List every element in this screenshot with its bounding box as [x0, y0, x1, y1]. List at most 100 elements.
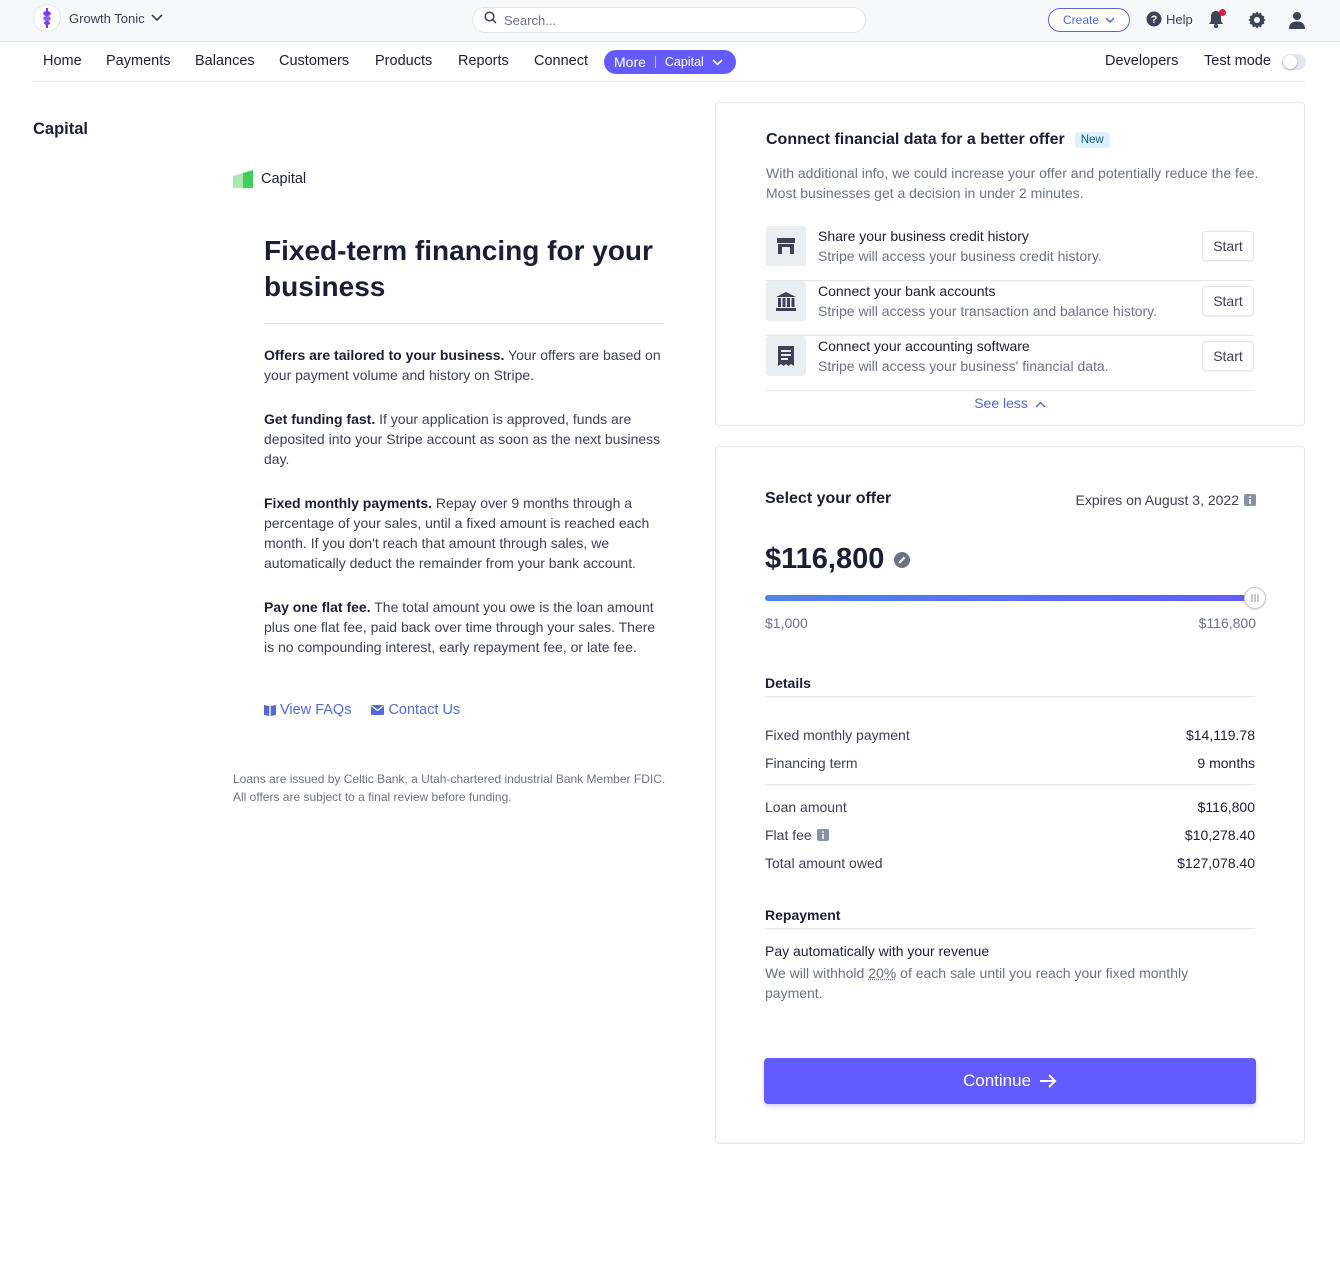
search-icon	[484, 11, 497, 29]
benefit-title: Offers are tailored to your business.	[264, 347, 505, 363]
connect-row-bank-accounts: Connect your bank accounts Stripe will a…	[766, 281, 1254, 336]
edit-pencil-icon[interactable]	[894, 551, 911, 568]
benefit-title: Pay one flat fee.	[264, 599, 371, 615]
nav-more-current: Capital	[664, 55, 704, 69]
detail-value: $127,078.40	[1177, 855, 1255, 871]
benefit-paragraph: Pay one flat fee. The total amount you o…	[264, 597, 666, 657]
nav-developers[interactable]: Developers	[1105, 53, 1178, 69]
detail-row: Fixed monthly payment $14,119.78	[765, 727, 1255, 743]
detail-value: $10,278.40	[1184, 827, 1255, 843]
user-avatar-icon[interactable]	[1288, 11, 1306, 34]
search-input[interactable]	[504, 12, 844, 28]
nav-more-dropdown[interactable]: More Capital	[604, 50, 736, 74]
connect-financial-data-card: Connect financial data for a better offe…	[715, 102, 1305, 426]
repayment-title: Pay automatically with your revenue	[765, 943, 990, 959]
slider-max-label: $116,800	[1198, 615, 1256, 631]
connect-row-title: Connect your bank accounts	[818, 283, 996, 299]
offer-slider-fill	[765, 595, 1255, 601]
detail-value: 9 months	[1197, 755, 1255, 771]
start-button[interactable]: Start	[1202, 341, 1254, 371]
detail-value: $14,119.78	[1185, 727, 1255, 743]
connect-row-title: Connect your accounting software	[818, 338, 1030, 354]
connect-row-subtitle: Stripe will access your business credit …	[818, 248, 1102, 264]
help-icon: ?	[1146, 11, 1162, 27]
help-button[interactable]: ? Help	[1146, 11, 1193, 27]
start-button[interactable]: Start	[1202, 286, 1254, 316]
nav-more-divider	[654, 56, 656, 68]
slider-min-label: $1,000	[765, 615, 808, 631]
detail-label: Loan amount	[765, 799, 847, 815]
benefit-paragraph: Get funding fast. If your application is…	[264, 409, 666, 469]
nav-reports[interactable]: Reports	[458, 53, 509, 69]
start-button[interactable]: Start	[1202, 231, 1254, 261]
connect-card-title: Connect financial data for a better offe…	[766, 131, 1110, 149]
see-less-label: See less	[974, 395, 1028, 411]
contact-us-label: Contact Us	[388, 702, 461, 718]
divider	[765, 784, 1255, 785]
offer-expiry-text: Expires on August 3, 2022	[1075, 492, 1239, 508]
legal-disclaimer: Loans are issued by Celtic Bank, a Utah-…	[233, 770, 703, 806]
account-switcher[interactable]: Growth Tonic	[33, 4, 163, 32]
account-logo-icon	[33, 4, 61, 32]
nav-customers[interactable]: Customers	[279, 53, 349, 69]
see-less-link[interactable]: See less	[716, 395, 1304, 411]
select-offer-card: Select your offer Expires on August 3, 2…	[715, 446, 1305, 1144]
search-bar[interactable]	[472, 7, 866, 33]
info-icon[interactable]	[1244, 494, 1256, 506]
offer-expiry: Expires on August 3, 2022	[1076, 492, 1256, 508]
nav-more-label: More	[614, 54, 646, 70]
detail-row: Total amount owed $127,078.40	[765, 855, 1255, 871]
receipt-icon	[766, 336, 806, 376]
connect-card-description: With additional info, we could increase …	[766, 165, 1259, 201]
benefit-title: Get funding fast.	[264, 411, 376, 427]
benefit-paragraph: Fixed monthly payments. Repay over 9 mon…	[264, 493, 666, 573]
offer-slider-track[interactable]	[765, 595, 1255, 601]
notification-dot	[1219, 9, 1226, 16]
divider	[264, 323, 664, 324]
benefit-paragraph: Offers are tailored to your business. Yo…	[264, 345, 666, 385]
contact-us-link[interactable]: Contact Us	[371, 702, 460, 718]
nav-payments[interactable]: Payments	[106, 53, 170, 69]
offer-amount: $116,800	[765, 543, 911, 576]
nav-products[interactable]: Products	[375, 53, 432, 69]
withhold-percentage[interactable]: 20%	[868, 965, 896, 981]
help-links: View FAQs Contact Us	[264, 702, 460, 718]
svg-text:?: ?	[1151, 14, 1158, 26]
chevron-down-icon	[151, 9, 163, 27]
page-title: Capital	[33, 120, 89, 138]
legal-line: Loans are issued by Celtic Bank, a Utah-…	[233, 772, 666, 786]
detail-label-group: Flat fee	[765, 827, 829, 843]
connect-row-title: Share your business credit history	[818, 228, 1029, 244]
continue-label: Continue	[962, 1071, 1032, 1090]
connect-row-credit-history: Share your business credit history Strip…	[766, 226, 1254, 281]
capital-brand-label: Capital	[261, 171, 307, 187]
nav-balances[interactable]: Balances	[195, 53, 255, 69]
detail-label: Fixed monthly payment	[765, 727, 910, 743]
new-badge: New	[1074, 132, 1110, 148]
benefit-title: Fixed monthly payments.	[264, 495, 433, 511]
nav-connect[interactable]: Connect	[534, 53, 588, 69]
info-icon[interactable]	[816, 829, 829, 841]
bank-icon	[766, 281, 806, 321]
chevron-down-icon	[1105, 16, 1115, 24]
detail-label: Financing term	[765, 755, 858, 771]
test-mode-toggle[interactable]	[1282, 54, 1306, 70]
book-icon	[264, 704, 280, 716]
settings-gear-icon[interactable]	[1248, 11, 1266, 34]
details-heading: Details	[765, 675, 811, 691]
nav-home[interactable]: Home	[43, 53, 82, 69]
detail-value: $116,800	[1197, 799, 1255, 815]
connect-card-title-text: Connect financial data for a better offe…	[766, 131, 1065, 148]
view-faqs-link[interactable]: View FAQs	[264, 702, 351, 718]
create-button[interactable]: Create	[1048, 8, 1130, 32]
continue-button[interactable]: Continue	[764, 1058, 1256, 1104]
divider	[765, 928, 1255, 929]
help-label: Help	[1166, 11, 1193, 27]
offer-slider-handle[interactable]	[1244, 587, 1266, 609]
legal-line: All offers are subject to a final review…	[233, 790, 512, 804]
arrow-right-icon	[1031, 1074, 1057, 1088]
detail-label: Flat fee	[765, 827, 812, 843]
view-faqs-label: View FAQs	[280, 702, 352, 718]
main-nav: Home Payments Balances Customers Product…	[33, 42, 1306, 82]
storefront-icon	[766, 226, 806, 266]
